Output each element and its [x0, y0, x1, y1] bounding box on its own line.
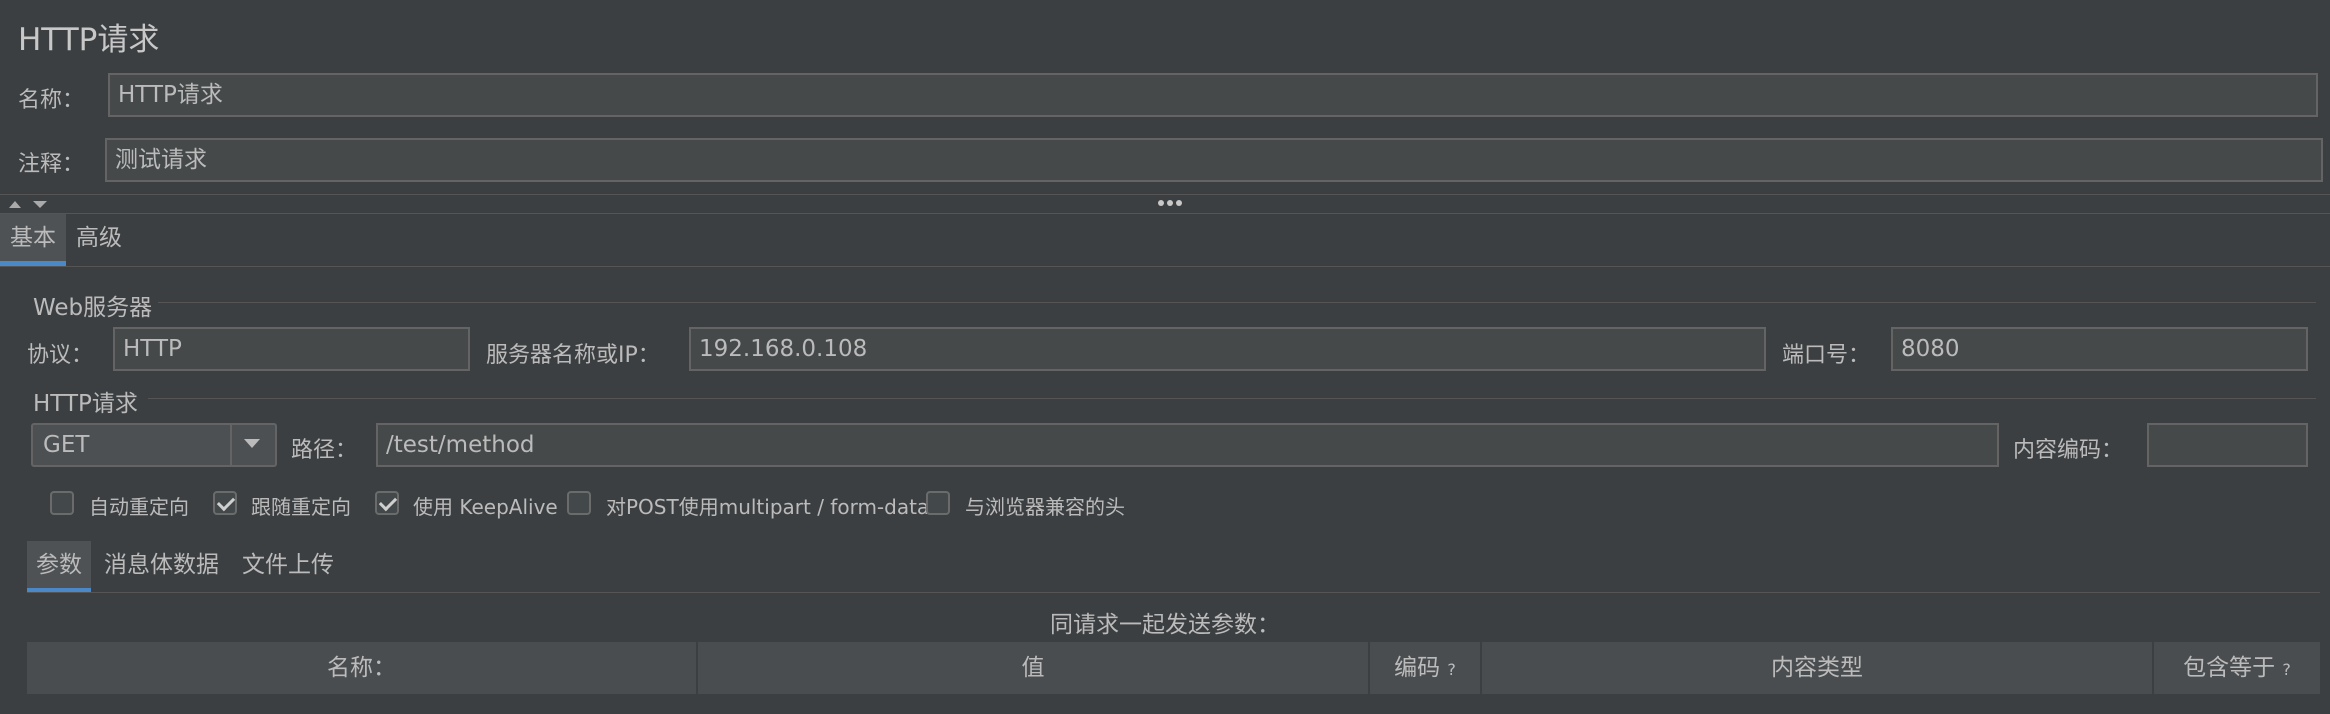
web-server-section-line [158, 302, 2316, 303]
method-select[interactable]: GET [31, 423, 277, 467]
comment-input[interactable]: 测试请求 [105, 138, 2323, 182]
column-header-include-equals-label: 包含等于 [2183, 655, 2276, 681]
server-input[interactable]: 192.168.0.108 [689, 327, 1766, 371]
tab-parameters[interactable]: 参数 [27, 541, 91, 593]
name-label: 名称： [18, 88, 85, 113]
column-header-encode-label: 编码 [1394, 655, 1441, 681]
encoding-input[interactable] [2147, 423, 2308, 467]
column-header-include-equals[interactable]: 包含等于 ? [2154, 642, 2320, 694]
column-header-value[interactable]: 值 [698, 642, 1370, 694]
encoding-label: 内容编码： [2013, 438, 2124, 463]
name-input[interactable]: HTTP请求 [108, 73, 2318, 117]
protocol-label: 协议： [27, 343, 94, 368]
comment-label: 注释： [18, 152, 85, 177]
keepalive-checkbox[interactable] [375, 491, 399, 515]
server-label: 服务器名称或IP： [486, 343, 660, 368]
params-caption: 同请求一起发送参数： [1050, 612, 1280, 638]
help-icon[interactable]: ? [2282, 660, 2291, 679]
http-request-section-line [148, 398, 2316, 399]
tab-file-upload[interactable]: 文件上传 [232, 541, 344, 593]
port-label: 端口号： [1782, 343, 1871, 368]
help-icon[interactable]: ? [1447, 660, 1456, 679]
multipart-checkbox[interactable] [567, 491, 591, 515]
chevron-down-icon [244, 439, 260, 448]
page-title: HTTP请求 [18, 22, 160, 58]
method-select-value: GET [43, 432, 90, 458]
body-tabs-divider [27, 592, 2320, 593]
path-label: 路径： [291, 438, 358, 463]
column-header-content-type[interactable]: 内容类型 [1482, 642, 2154, 694]
tab-body-data[interactable]: 消息体数据 [94, 541, 229, 593]
column-header-name-label: 名称： [327, 655, 396, 681]
browser-headers-label: 与浏览器兼容的头 [965, 495, 1125, 519]
keepalive-label: 使用 KeepAlive [413, 495, 558, 519]
auto-redirect-checkbox[interactable] [50, 491, 74, 515]
multipart-label: 对POST使用multipart / form-data [606, 495, 930, 519]
port-input[interactable]: 8080 [1891, 327, 2308, 371]
splitter-grip-icon[interactable] [1157, 199, 1183, 207]
tab-advanced[interactable]: 高级 [66, 214, 132, 266]
protocol-input[interactable]: HTTP [113, 327, 470, 371]
path-input[interactable]: /test/method [376, 423, 1999, 467]
browser-headers-checkbox[interactable] [926, 491, 950, 515]
column-header-encode[interactable]: 编码 ? [1370, 642, 1482, 694]
collapse-arrows-icon[interactable] [8, 198, 48, 210]
auto-redirect-label: 自动重定向 [89, 495, 189, 519]
tab-basic[interactable]: 基本 [0, 214, 66, 266]
column-header-content-type-label: 内容类型 [1771, 655, 1863, 681]
http-request-section-title: HTTP请求 [33, 391, 138, 417]
column-header-value-label: 值 [1021, 655, 1045, 681]
column-header-name[interactable]: 名称： [27, 642, 698, 694]
web-server-section-title: Web服务器 [33, 295, 153, 321]
tabs-divider [0, 266, 2330, 267]
follow-redirect-label: 跟随重定向 [251, 495, 351, 519]
follow-redirect-checkbox[interactable] [213, 491, 237, 515]
method-select-separator [230, 425, 232, 465]
